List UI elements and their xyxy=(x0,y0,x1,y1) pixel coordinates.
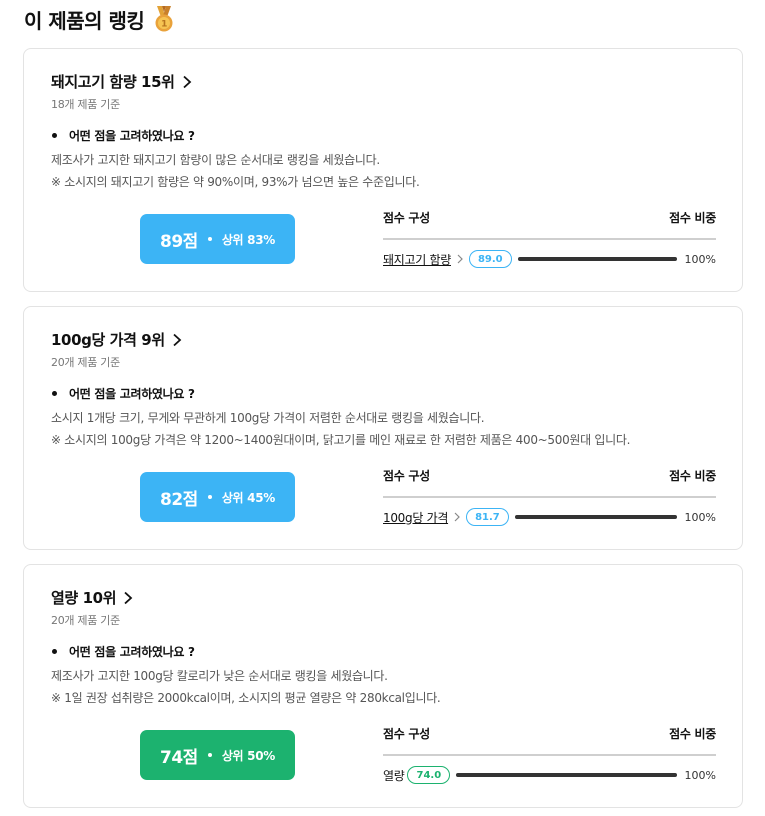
bullet-icon xyxy=(52,649,57,654)
composition-header: 점수 구성 xyxy=(383,727,430,741)
weight-bar xyxy=(517,257,677,261)
criteria-note: ※ 소시지의 100g당 가격은 약 1200~1400원대이며, 닭고기를 메… xyxy=(51,433,631,447)
card-title-link[interactable]: 열량 10위 xyxy=(51,587,134,608)
score-badge: 89점 상위 83% xyxy=(140,214,295,264)
weight-header: 점수 비중 xyxy=(669,211,716,225)
weight-header: 점수 비중 xyxy=(669,727,716,741)
divider xyxy=(383,238,716,240)
divider xyxy=(383,754,716,756)
weight-header: 점수 비중 xyxy=(669,469,716,483)
card-subtitle: 20개 제품 기준 xyxy=(51,614,120,627)
criteria-description: 제조사가 고지한 100g당 칼로리가 낮은 순서대로 랭킹을 세웠습니다. xyxy=(51,669,388,683)
separator-dot xyxy=(207,237,212,241)
chevron-right-icon[interactable] xyxy=(181,75,193,89)
score-pill: 81.7 xyxy=(466,508,509,526)
score-badge: 82점 상위 45% xyxy=(140,472,295,522)
bullet-icon xyxy=(52,391,57,396)
weight-percent: 100% xyxy=(684,252,716,266)
weight-bar-fill xyxy=(456,773,677,777)
card-title-link[interactable]: 100g당 가격 9위 xyxy=(51,329,183,350)
score-badge: 74점 상위 50% xyxy=(140,730,295,780)
chevron-right-icon[interactable] xyxy=(171,333,183,347)
chevron-right-icon[interactable] xyxy=(453,512,461,522)
score-pill: 89.0 xyxy=(468,250,512,268)
card-title-text[interactable]: 돼지고기 함량 15위 xyxy=(51,71,175,92)
separator-dot xyxy=(207,495,212,499)
weight-bar-fill xyxy=(517,257,677,261)
card-title-text[interactable]: 100g당 가격 9위 xyxy=(51,329,165,350)
criteria-description: 소시지 1개당 크기, 무게와 무관하게 100g당 가격이 저렴한 순서대로 … xyxy=(51,411,485,425)
criteria-note: ※ 1일 권장 섭취량은 2000kcal이며, 소시지의 평균 열량은 약 2… xyxy=(51,691,441,705)
card-title-link[interactable]: 돼지고기 함량 15위 xyxy=(51,71,193,92)
card-subtitle: 18개 제품 기준 xyxy=(51,98,120,111)
criteria-note: ※ 소시지의 돼지고기 함량은 약 90%이며, 93%가 넘으면 높은 수준입… xyxy=(51,175,420,189)
criteria-question-text: 어떤 점을 고려하였나요 ? xyxy=(69,129,195,143)
ranking-card-calories: 열량 10위 20개 제품 기준 어떤 점을 고려하였나요 ? 제조사가 고지한… xyxy=(23,564,743,808)
ranking-card-price: 100g당 가격 9위 20개 제품 기준 어떤 점을 고려하였나요 ? 소시지… xyxy=(23,306,743,550)
weight-bar-fill xyxy=(514,515,677,519)
weight-bar xyxy=(456,773,677,777)
medal-icon: 1 xyxy=(155,6,173,32)
weight-percent: 100% xyxy=(684,768,716,782)
composition-row: 100g당 가격 81.7 100% xyxy=(383,507,716,527)
chevron-right-icon[interactable] xyxy=(456,254,464,264)
score-value: 82점 xyxy=(160,489,198,510)
bullet-icon xyxy=(52,133,57,138)
page-title-text: 이 제품의 랭킹 xyxy=(24,8,145,33)
score-composition: 점수 구성 점수 비중 돼지고기 함량 89.0 100% xyxy=(383,209,716,269)
page-title: 이 제품의 랭킹 1 xyxy=(24,4,176,34)
ranking-card-pork: 돼지고기 함량 15위 18개 제품 기준 어떤 점을 고려하였나요 ? 제조사… xyxy=(23,48,743,292)
score-pill: 74.0 xyxy=(407,766,451,784)
criteria-question-text: 어떤 점을 고려하였나요 ? xyxy=(69,387,195,401)
card-title-text[interactable]: 열량 10위 xyxy=(51,587,117,608)
composition-item-link[interactable]: 돼지고기 함량 xyxy=(383,251,451,268)
rank-percentile: 상위 83% xyxy=(221,232,275,247)
composition-item-link[interactable]: 100g당 가격 xyxy=(383,509,448,526)
score-composition: 점수 구성 점수 비중 열량 74.0 100% xyxy=(383,725,716,785)
score-value: 74점 xyxy=(160,747,198,768)
criteria-question-text: 어떤 점을 고려하였나요 ? xyxy=(69,645,195,659)
composition-row: 돼지고기 함량 89.0 100% xyxy=(383,249,716,269)
rank-percentile: 상위 50% xyxy=(221,748,275,763)
score-value: 89점 xyxy=(160,231,198,252)
weight-bar xyxy=(514,515,677,519)
separator-dot xyxy=(207,753,212,757)
criteria-description: 제조사가 고지한 돼지고기 함량이 많은 순서대로 랭킹을 세웠습니다. xyxy=(51,153,380,167)
criteria-question: 어떤 점을 고려하였나요 ? xyxy=(51,643,195,660)
divider xyxy=(383,496,716,498)
composition-header: 점수 구성 xyxy=(383,469,430,483)
weight-percent: 100% xyxy=(684,510,716,524)
composition-row: 열량 74.0 100% xyxy=(383,765,716,785)
composition-item-label: 열량 xyxy=(383,768,405,783)
chevron-right-icon[interactable] xyxy=(122,591,134,605)
rank-percentile: 상위 45% xyxy=(221,490,275,505)
score-composition: 점수 구성 점수 비중 100g당 가격 81.7 100% xyxy=(383,467,716,527)
svg-text:1: 1 xyxy=(161,20,167,30)
criteria-question: 어떤 점을 고려하였나요 ? xyxy=(51,127,195,144)
composition-header: 점수 구성 xyxy=(383,211,430,225)
card-subtitle: 20개 제품 기준 xyxy=(51,356,120,369)
criteria-question: 어떤 점을 고려하였나요 ? xyxy=(51,385,195,402)
